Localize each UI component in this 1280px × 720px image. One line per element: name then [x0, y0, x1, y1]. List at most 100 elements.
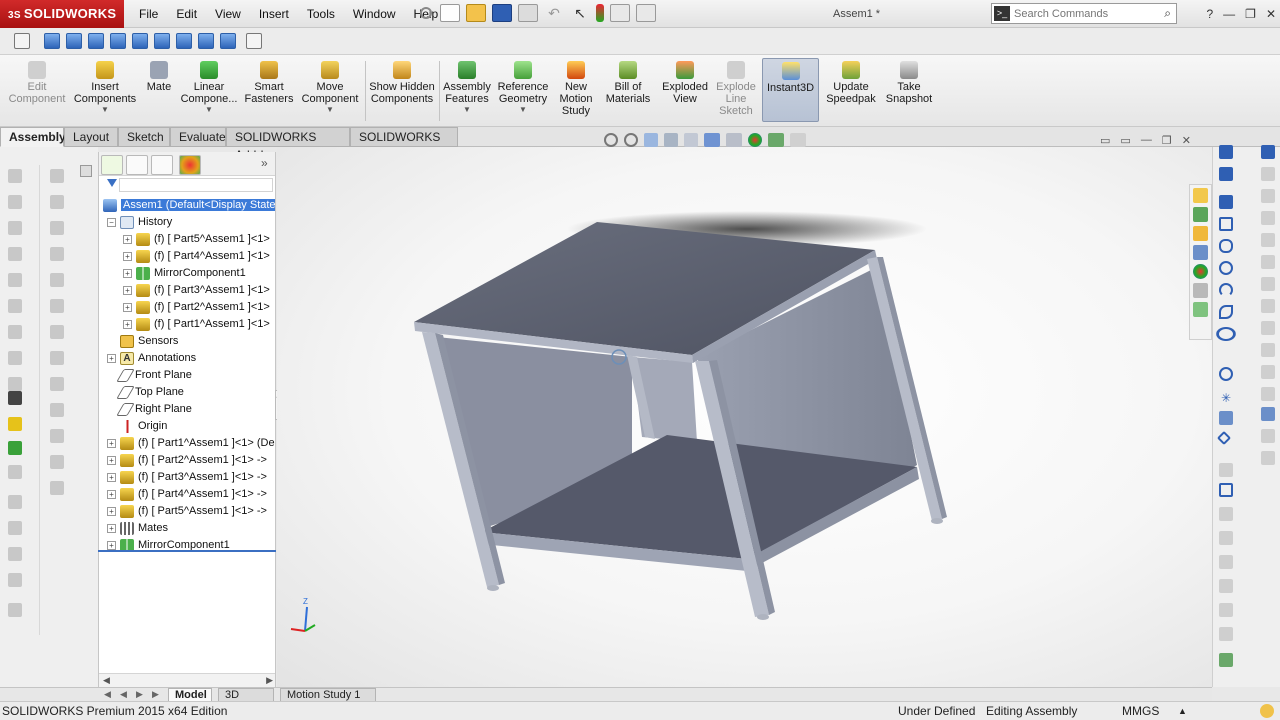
viewport-restore-icon[interactable]: ❐ — [1162, 134, 1172, 147]
tree-horizontal-scrollbar[interactable]: ◀ ▶ — [99, 673, 275, 687]
instant3d-button[interactable]: Instant3D — [762, 58, 819, 122]
tool-icon[interactable] — [50, 247, 64, 261]
tree-mates[interactable]: + Mates — [107, 520, 168, 536]
feature-icon[interactable] — [1261, 145, 1275, 159]
chevron-down-icon[interactable]: ▼ — [496, 105, 550, 115]
search-icon[interactable]: ⌕ — [1164, 6, 1171, 21]
file-explorer-icon[interactable] — [1193, 226, 1208, 241]
minimize-icon[interactable]: — — [1223, 0, 1235, 28]
expand-icon[interactable]: + — [107, 540, 116, 550]
tree-annotations[interactable]: + A Annotations — [107, 350, 196, 366]
trim-icon[interactable] — [1219, 463, 1233, 477]
spline-icon[interactable] — [1219, 305, 1233, 319]
tree-component[interactable]: + (f) [ Part1^Assem1 ]<1> (De — [107, 435, 275, 451]
tool-icon[interactable] — [50, 481, 64, 495]
feature-tool-icon[interactable] — [1261, 299, 1275, 313]
chevron-down-icon[interactable]: ▼ — [180, 105, 238, 115]
tool-icon[interactable] — [8, 573, 22, 587]
menu-window[interactable]: Window — [344, 0, 405, 28]
graphics-area[interactable]: Z — [277, 147, 1212, 687]
open-folder-icon[interactable] — [466, 4, 486, 22]
tool-icon[interactable] — [8, 377, 22, 391]
mate-button[interactable]: Mate — [142, 61, 176, 93]
help-icon[interactable]: ? — [1206, 0, 1213, 28]
expand-icon[interactable]: + — [123, 285, 132, 295]
design-library-icon[interactable] — [1193, 207, 1208, 222]
sketch-toggle-icon[interactable] — [80, 165, 92, 177]
search-input[interactable] — [1014, 6, 1154, 21]
prev-tab-icon[interactable]: ◀ — [120, 689, 127, 700]
apply-scene-icon[interactable] — [768, 133, 784, 147]
move-component-button[interactable]: Move Component ▼ — [298, 61, 362, 115]
edit-component-button[interactable]: Edit Component — [6, 61, 68, 105]
tree-right-plane[interactable]: Right Plane — [116, 401, 192, 417]
menu-file[interactable]: File — [130, 0, 167, 28]
tab-solidworks-mbd[interactable]: SOLIDWORKS MBD — [350, 127, 458, 162]
feature-manager-tab-icon[interactable] — [101, 155, 123, 175]
rebuild-status-icon[interactable] — [1260, 704, 1274, 718]
view-front-icon[interactable] — [66, 33, 82, 49]
tool-icon[interactable] — [8, 603, 22, 617]
tree-component[interactable]: + (f) [ Part3^Assem1 ]<1> -> — [107, 469, 267, 485]
edit-appearance-icon[interactable] — [748, 133, 762, 147]
feature-tool-icon[interactable] — [1261, 387, 1275, 401]
display-manager-tab-icon[interactable] — [179, 155, 201, 175]
smart-fasteners-button[interactable]: Smart Fasteners — [244, 61, 294, 105]
view-orientation-icon[interactable] — [704, 133, 720, 147]
table-model[interactable]: Z — [277, 147, 1212, 687]
tool-icon[interactable] — [50, 195, 64, 209]
tab-model[interactable]: Model — [168, 688, 212, 702]
bill-of-materials-button[interactable]: Bill of Materials — [602, 61, 654, 105]
expand-icon[interactable]: + — [107, 455, 116, 465]
close-icon[interactable]: ✕ — [1266, 0, 1276, 28]
first-tab-icon[interactable]: ◀ — [104, 689, 111, 700]
tool-icon[interactable] — [8, 195, 22, 209]
expand-icon[interactable]: + — [123, 302, 132, 312]
file-properties-icon[interactable] — [610, 4, 630, 22]
tool-icon[interactable] — [50, 403, 64, 417]
options-icon[interactable] — [636, 4, 656, 22]
expand-icon[interactable]: + — [123, 268, 132, 278]
exploded-view-button[interactable]: Exploded View — [658, 61, 712, 105]
sketch-icon[interactable] — [1219, 145, 1233, 159]
view-settings-icon[interactable] — [790, 133, 806, 147]
viewport-minimize-icon[interactable]: — — [1141, 134, 1152, 147]
zoom-to-area-icon[interactable] — [624, 133, 638, 147]
history-item[interactable]: + (f) [ Part3^Assem1 ]<1> — [123, 282, 270, 298]
expand-icon[interactable]: + — [107, 489, 116, 499]
tool-icon[interactable] — [50, 169, 64, 183]
tool-icon[interactable] — [50, 221, 64, 235]
history-item[interactable]: + (f) [ Part5^Assem1 ]<1> — [123, 231, 270, 247]
next-tab-icon[interactable]: ▶ — [136, 689, 143, 700]
tool-icon[interactable] — [50, 429, 64, 443]
configuration-manager-tab-icon[interactable] — [151, 155, 173, 175]
repair-sketch-icon[interactable] — [1219, 627, 1233, 641]
tool-icon[interactable] — [8, 299, 22, 313]
menu-edit[interactable]: Edit — [167, 0, 206, 28]
section-view-icon[interactable] — [664, 133, 678, 147]
previous-view-icon[interactable] — [644, 133, 658, 147]
slot-icon[interactable] — [1219, 239, 1233, 253]
tree-origin[interactable]: Origin — [120, 418, 167, 434]
tool-icon[interactable] — [8, 247, 22, 261]
pin-icon[interactable] — [420, 7, 432, 19]
tree-sensors[interactable]: Sensors — [120, 333, 178, 349]
linear-component-pattern-button[interactable]: Linear Compone... ▼ — [180, 61, 238, 115]
tool-icon[interactable] — [50, 325, 64, 339]
quick-snaps-icon[interactable] — [1219, 653, 1233, 667]
save-icon[interactable] — [492, 4, 512, 22]
feature-tool-icon[interactable] — [1261, 407, 1275, 421]
tab-sketch[interactable]: Sketch — [118, 127, 170, 147]
history-item[interactable]: + (f) [ Part2^Assem1 ]<1> — [123, 299, 270, 315]
tool-icon[interactable] — [50, 377, 64, 391]
update-speedpak-button[interactable]: Update Speedpak — [824, 61, 878, 105]
feature-tool-icon[interactable] — [1261, 277, 1275, 291]
tree-root-assembly[interactable]: Assem1 (Default<Display State — [103, 197, 275, 213]
collapse-icon[interactable]: − — [107, 217, 116, 227]
display-relations-icon[interactable] — [1219, 603, 1233, 617]
view-dimetric-icon[interactable] — [176, 33, 192, 49]
unit-system[interactable]: MMGS — [1122, 702, 1159, 720]
menu-tools[interactable]: Tools — [298, 0, 344, 28]
view-back-icon[interactable] — [198, 33, 214, 49]
restore-icon[interactable]: ❐ — [1245, 0, 1256, 28]
